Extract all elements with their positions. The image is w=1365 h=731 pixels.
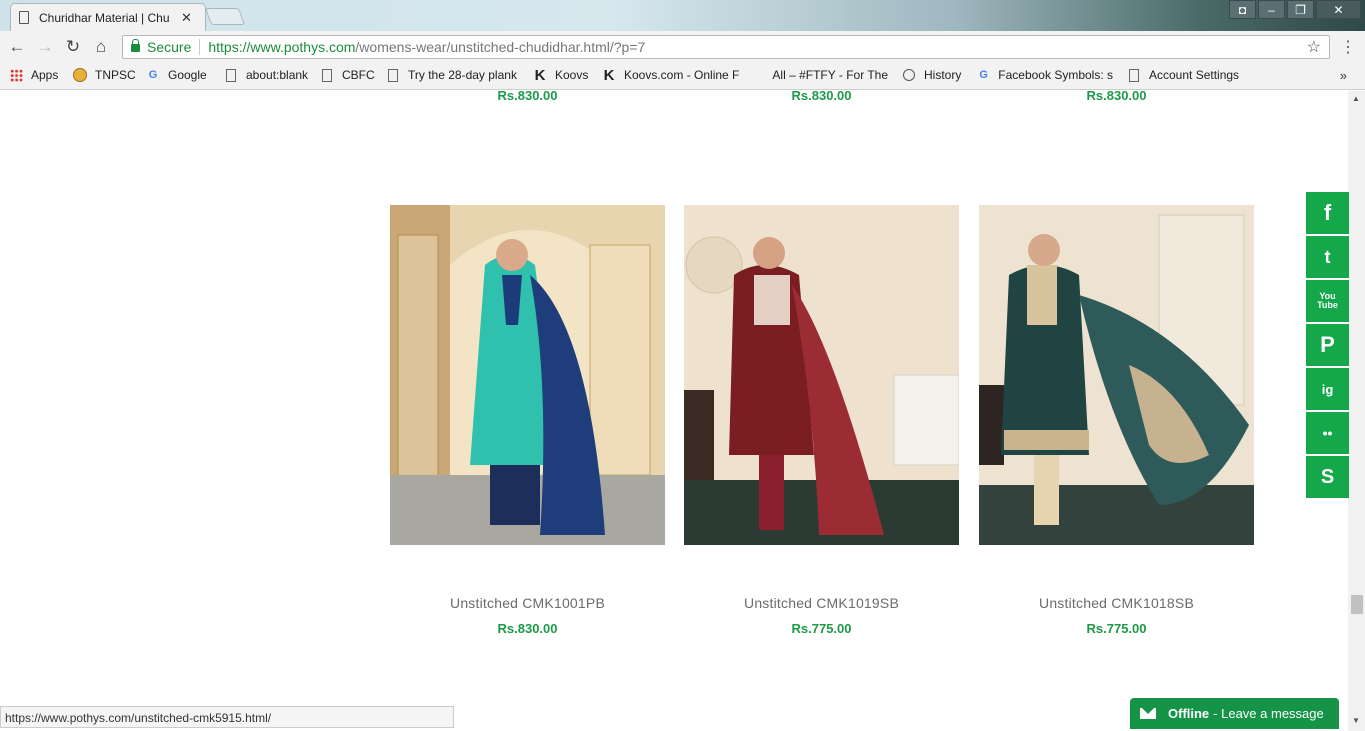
bookmark-star-icon[interactable]: ☆	[1307, 37, 1321, 57]
product-name[interactable]: Unstitched CMK1019SB	[684, 595, 959, 611]
url-host: https://www.pothys.com	[208, 39, 356, 55]
lock-icon	[131, 39, 140, 52]
product-price: Rs.830.00	[497, 91, 558, 103]
bookmark-koovs[interactable]: K Koovs	[533, 66, 589, 84]
url-path: /womens-wear/unstitched-chudidhar.html/?…	[355, 39, 646, 55]
youtube-icon[interactable]: You Tube	[1306, 280, 1349, 322]
bookmarks-bar: Apps TNPSC G Google about:blank CBFC Try…	[0, 63, 1365, 90]
bookmark-about-blank[interactable]: about:blank	[224, 68, 308, 82]
product-price: Rs.775.00	[1086, 621, 1147, 636]
product-price: Rs.830.00	[791, 91, 852, 103]
product-image[interactable]	[390, 205, 665, 545]
page-icon	[1129, 68, 1139, 82]
new-tab-button[interactable]	[204, 8, 246, 25]
product-image[interactable]	[979, 205, 1254, 545]
product-price: Rs.830.00	[497, 621, 558, 636]
koovs-icon: K	[534, 66, 546, 84]
envelope-icon	[1140, 708, 1156, 719]
instagram-icon[interactable]: ig	[1306, 368, 1349, 410]
flickr-icon[interactable]: ••	[1306, 412, 1349, 454]
minimize-icon[interactable]: –	[1258, 0, 1285, 19]
close-window-icon[interactable]: ✕	[1316, 0, 1361, 19]
menu-dots-icon[interactable]: ⋮	[1340, 37, 1356, 57]
page-icon	[322, 68, 332, 82]
bookmark-apps[interactable]: Apps	[10, 68, 58, 82]
back-arrow-icon[interactable]: ←	[6, 37, 28, 57]
bookmark-tnpsc[interactable]: TNPSC	[73, 68, 136, 82]
history-icon	[903, 69, 915, 81]
scroll-down-icon[interactable]: ▼	[1352, 716, 1360, 725]
forward-arrow-icon[interactable]: →	[34, 37, 56, 57]
home-icon[interactable]: ⌂	[90, 37, 112, 57]
product-name[interactable]: Unstitched CMK1001PB	[390, 595, 665, 611]
address-bar[interactable]: Secure https://www.pothys.com/womens-wea…	[122, 35, 1330, 59]
chat-message: - Leave a message	[1213, 706, 1324, 721]
product-image[interactable]	[684, 205, 959, 545]
bookmark-google[interactable]: G Google	[146, 68, 207, 82]
maximize-icon[interactable]: ❐	[1287, 0, 1314, 19]
product-price: Rs.775.00	[791, 621, 852, 636]
bookmarks-more-icon[interactable]: »	[1340, 68, 1347, 83]
bookmark-facebook-symbols[interactable]: G Facebook Symbols: s	[977, 68, 1113, 82]
twitter-icon[interactable]: t	[1306, 236, 1349, 278]
tab-title: Churidhar Material | Chu	[39, 10, 170, 25]
status-bar-url: https://www.pothys.com/unstitched-cmk591…	[0, 706, 454, 728]
page-icon	[388, 68, 398, 82]
chat-widget-button[interactable]: Offline - Leave a message	[1130, 698, 1339, 729]
product-price: Rs.830.00	[1086, 91, 1147, 103]
bookmark-koovs-online[interactable]: K Koovs.com - Online F	[602, 68, 740, 82]
bookmark-account-settings[interactable]: Account Settings	[1127, 68, 1239, 82]
bookmark-cbfc[interactable]: CBFC	[320, 68, 375, 82]
window-controls: ◘ – ❐ ✕	[1229, 0, 1361, 19]
profile-icon[interactable]: ◘	[1229, 0, 1256, 19]
window-titlebar: Churidhar Material | Chu ✕ ◘ – ❐ ✕	[0, 0, 1365, 31]
scroll-thumb[interactable]	[1351, 595, 1363, 614]
scroll-up-icon[interactable]: ▲	[1352, 94, 1360, 103]
tnpsc-emblem-icon	[73, 68, 87, 82]
browser-tab[interactable]: Churidhar Material | Chu ✕	[10, 3, 206, 31]
secure-label: Secure	[147, 39, 192, 55]
browser-toolbar: ← → ↻ ⌂ Secure https://www.pothys.com/wo…	[0, 31, 1365, 63]
skype-icon[interactable]: S	[1306, 456, 1349, 498]
bookmark-plank[interactable]: Try the 28-day plank	[386, 68, 520, 82]
reload-icon[interactable]: ↻	[62, 37, 84, 57]
page-scrollbar[interactable]	[1348, 91, 1365, 731]
bookmark-history[interactable]: History	[902, 68, 961, 82]
page-viewport: Rs.830.00 Rs.830.00 Rs.830.00 Unstitched…	[0, 91, 1348, 731]
close-tab-icon[interactable]: ✕	[181, 10, 192, 26]
pinterest-icon[interactable]: P	[1306, 324, 1349, 366]
product-name[interactable]: Unstitched CMK1018SB	[979, 595, 1254, 611]
chat-status: Offline	[1168, 706, 1210, 721]
bookmark-ftfy[interactable]: All – #FTFY - For The	[752, 68, 888, 82]
social-sidebar: f t You Tube P ig •• S	[1306, 192, 1349, 500]
google-icon: G	[979, 69, 988, 81]
facebook-icon[interactable]: f	[1306, 192, 1349, 234]
koovs-icon: K	[603, 68, 615, 82]
google-icon: G	[148, 69, 158, 81]
page-icon	[19, 11, 29, 24]
apps-grid-icon	[10, 68, 23, 82]
page-icon	[226, 68, 236, 82]
